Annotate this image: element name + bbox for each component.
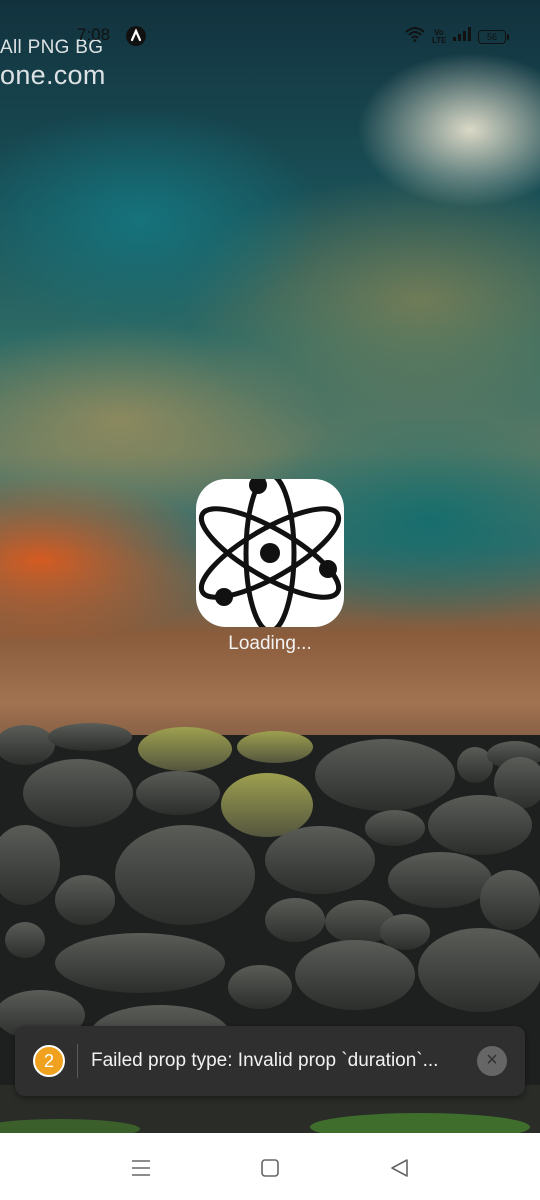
signal-icon [453,27,471,46]
status-time: 7:08 [77,25,111,44]
wifi-icon [405,26,425,47]
navigation-bar [0,1133,540,1200]
volte-icon: Vo LTE [432,27,447,45]
error-toast[interactable]: 2 Failed prop type: Invalid prop `durati… [15,1026,525,1096]
status-icons: Vo LTE 56 [405,26,509,47]
toast-message[interactable]: Failed prop type: Invalid prop `duration… [91,1050,481,1072]
close-icon[interactable]: × [477,1046,507,1076]
back-icon[interactable] [384,1153,414,1183]
status-bar: 7:08 Vo LTE 56 [0,0,540,60]
battery-icon: 56 [478,29,509,44]
loading-text: Loading... [228,633,312,654]
notification-app-icon [126,26,146,46]
toast-divider [77,1044,78,1078]
error-count-badge: 2 [33,1045,65,1077]
watermark-line2: one.com [0,60,106,90]
atom-icon [196,479,344,627]
home-icon[interactable] [255,1153,285,1183]
menu-icon[interactable] [126,1153,156,1183]
